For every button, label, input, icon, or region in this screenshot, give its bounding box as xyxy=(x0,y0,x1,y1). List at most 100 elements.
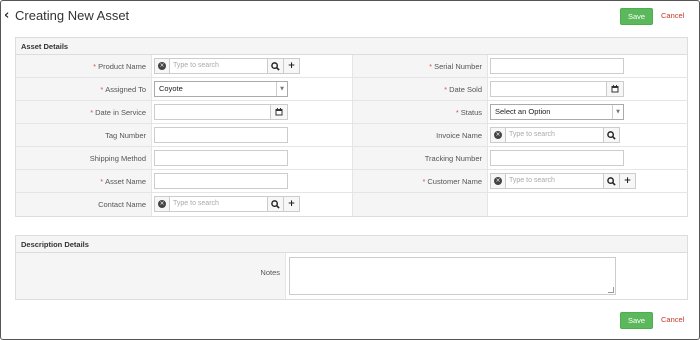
shipping-method-label: Shipping Method xyxy=(16,147,152,169)
search-button[interactable] xyxy=(268,196,284,212)
search-icon xyxy=(607,130,616,140)
notes-textarea[interactable] xyxy=(289,257,616,295)
close-circle-icon: × xyxy=(494,177,502,185)
customer-name-lookup: × Type to search + xyxy=(490,173,636,189)
tracking-number-label: Tracking Number xyxy=(353,147,488,169)
tag-number-input[interactable] xyxy=(154,127,288,143)
close-circle-icon: × xyxy=(158,62,166,70)
assigned-to-select[interactable]: Coyote ▼ xyxy=(154,81,288,97)
plus-icon: + xyxy=(623,176,632,186)
add-button[interactable]: + xyxy=(284,196,300,212)
customer-name-row: * Customer Name × Type to search + xyxy=(352,170,688,193)
assigned-to-value: Coyote xyxy=(159,84,183,93)
close-circle-icon: × xyxy=(158,200,166,208)
tracking-number-row: Tracking Number xyxy=(352,147,688,170)
asset-name-input[interactable] xyxy=(154,173,288,189)
status-select[interactable]: Select an Option ▼ xyxy=(490,104,624,120)
search-button[interactable] xyxy=(604,127,620,143)
serial-number-input[interactable] xyxy=(490,58,624,74)
tracking-number-input[interactable] xyxy=(490,150,624,166)
calendar-icon xyxy=(275,108,283,116)
asset-name-label: Asset Name xyxy=(105,177,146,186)
notes-row: Notes xyxy=(16,253,687,299)
cancel-link-top[interactable]: Cancel xyxy=(661,8,684,23)
required-mark: * xyxy=(100,177,104,186)
date-in-service-input[interactable] xyxy=(154,104,271,120)
save-button-bottom[interactable]: Save xyxy=(620,312,653,329)
date-in-service-row: * Date in Service xyxy=(16,101,352,124)
shipping-method-row: Shipping Method xyxy=(16,147,352,170)
required-mark: * xyxy=(455,108,459,117)
empty-cell xyxy=(352,193,688,216)
search-icon xyxy=(607,176,616,186)
calendar-icon xyxy=(611,85,619,93)
asset-details-section: Asset Details * Product Name × Type to se… xyxy=(15,37,688,217)
assigned-to-label: Assigned To xyxy=(105,85,146,94)
product-name-lookup: × Type to search + xyxy=(154,58,300,74)
plus-icon: + xyxy=(287,199,296,209)
resize-handle-icon[interactable] xyxy=(608,287,614,293)
shipping-method-input[interactable] xyxy=(154,150,288,166)
required-mark: * xyxy=(422,177,426,186)
date-sold-calendar-button[interactable] xyxy=(607,81,624,97)
description-details-section: Description Details Notes xyxy=(15,235,688,300)
required-mark: * xyxy=(93,62,97,71)
clear-button[interactable]: × xyxy=(490,127,506,143)
serial-number-row: * Serial Number xyxy=(352,55,688,78)
page-title: Creating New Asset xyxy=(15,8,130,23)
required-mark: * xyxy=(444,85,448,94)
clear-button[interactable]: × xyxy=(154,196,170,212)
contact-name-label: Contact Name xyxy=(16,193,152,216)
product-name-row: * Product Name × Type to search + xyxy=(16,55,352,78)
save-button-top[interactable]: Save xyxy=(620,8,653,25)
search-button[interactable] xyxy=(604,173,620,189)
required-mark: * xyxy=(90,108,94,117)
chevron-down-icon: ▼ xyxy=(276,82,287,96)
asset-name-row: * Asset Name xyxy=(16,170,352,193)
notes-label: Notes xyxy=(16,253,286,299)
date-sold-field xyxy=(490,81,624,97)
search-button[interactable] xyxy=(268,58,284,74)
invoice-name-row: Invoice Name × Type to search xyxy=(352,124,688,147)
chevron-down-icon: ▼ xyxy=(612,105,623,119)
description-details-heading: Description Details xyxy=(16,236,687,253)
asset-details-form: * Product Name × Type to search + * Serial… xyxy=(16,55,688,216)
clear-button[interactable]: × xyxy=(490,173,506,189)
search-icon xyxy=(271,199,280,209)
required-mark: * xyxy=(100,85,104,94)
tag-number-label: Tag Number xyxy=(16,124,152,146)
date-sold-row: * Date Sold xyxy=(352,78,688,101)
tag-number-row: Tag Number xyxy=(16,124,352,147)
date-sold-input[interactable] xyxy=(490,81,607,97)
contact-name-input[interactable]: Type to search xyxy=(170,196,268,212)
invoice-name-label: Invoice Name xyxy=(353,124,488,146)
search-icon xyxy=(271,61,280,71)
date-in-service-field xyxy=(154,104,288,120)
date-sold-label: Date Sold xyxy=(449,85,482,94)
clear-button[interactable]: × xyxy=(154,58,170,74)
page-frame: ‹ Creating New Asset Save Cancel Asset D… xyxy=(0,0,700,340)
customer-name-input[interactable]: Type to search xyxy=(506,173,604,189)
product-name-label: Product Name xyxy=(98,62,146,71)
serial-number-label: Serial Number xyxy=(434,62,482,71)
status-row: * Status Select an Option ▼ xyxy=(352,101,688,124)
cancel-link-bottom[interactable]: Cancel xyxy=(661,312,684,327)
status-label: Status xyxy=(460,108,482,117)
asset-details-heading: Asset Details xyxy=(16,38,687,55)
assigned-to-row: * Assigned To Coyote ▼ xyxy=(16,78,352,101)
date-in-service-calendar-button[interactable] xyxy=(271,104,288,120)
invoice-name-lookup: × Type to search xyxy=(490,127,620,143)
add-button[interactable]: + xyxy=(620,173,636,189)
chevron-left-icon[interactable]: ‹ xyxy=(4,9,9,23)
invoice-name-input[interactable]: Type to search xyxy=(506,127,604,143)
date-in-service-label: Date in Service xyxy=(95,108,146,117)
product-name-input[interactable]: Type to search xyxy=(170,58,268,74)
contact-name-row: Contact Name × Type to search + xyxy=(16,193,352,216)
contact-name-lookup: × Type to search + xyxy=(154,196,300,212)
close-circle-icon: × xyxy=(494,131,502,139)
add-button[interactable]: + xyxy=(284,58,300,74)
status-value: Select an Option xyxy=(495,107,551,116)
required-mark: * xyxy=(429,62,433,71)
plus-icon: + xyxy=(287,61,296,71)
customer-name-label: Customer Name xyxy=(427,177,482,186)
